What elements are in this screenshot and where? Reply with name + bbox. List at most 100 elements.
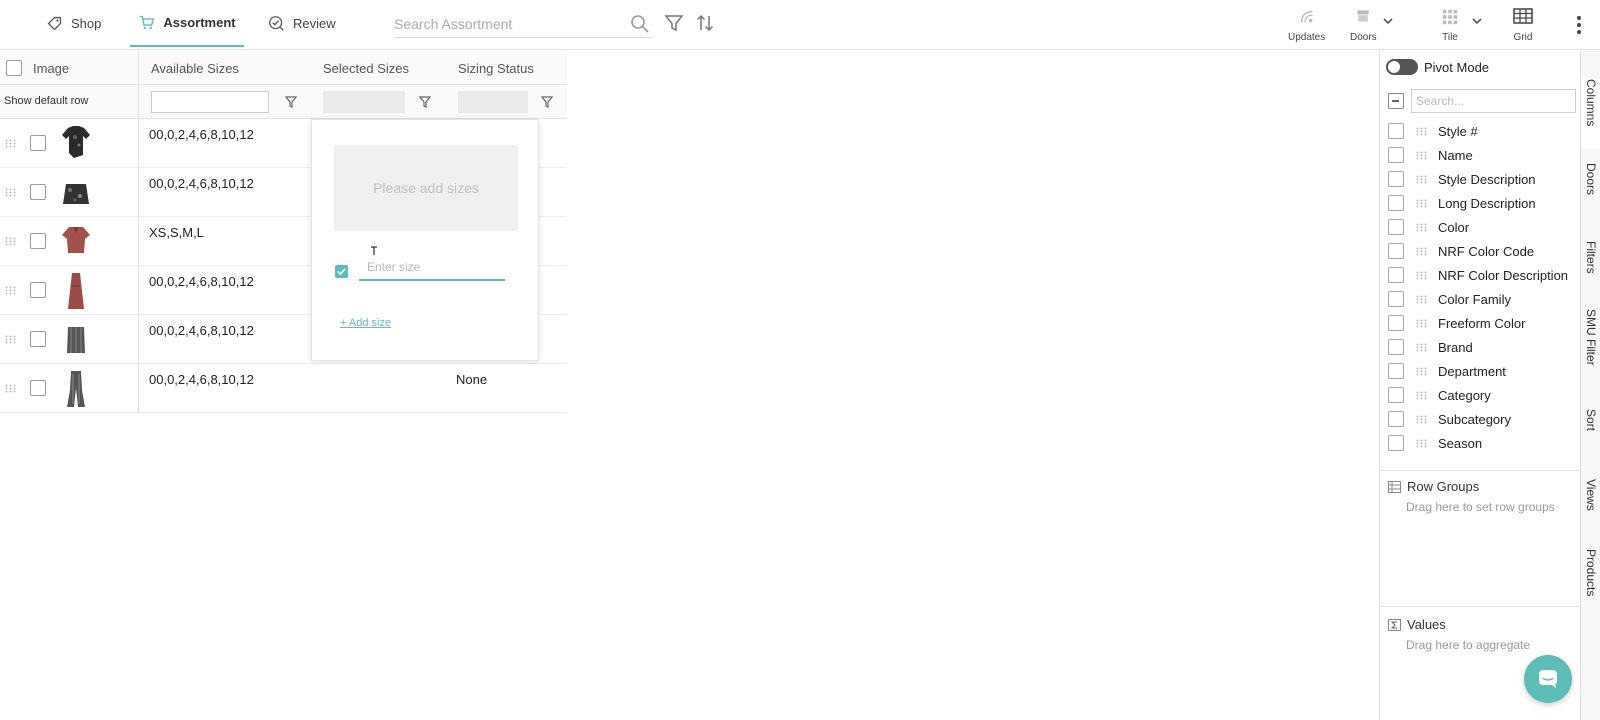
row-checkbox[interactable] [30,135,46,151]
column-item[interactable]: NRF Color Code [1388,239,1534,263]
column-label: Brand [1438,339,1473,355]
side-tab[interactable]: Views [1581,479,1600,537]
drag-handle-icon[interactable] [1416,151,1428,160]
column-checkbox[interactable] [1388,363,1404,379]
column-checkbox[interactable] [1388,171,1404,187]
filter-icon[interactable] [664,13,684,33]
drag-handle-icon[interactable] [1416,247,1428,256]
drag-handle-icon[interactable] [1416,343,1428,352]
columns-search-input[interactable] [1411,89,1576,113]
selected-sizes-filter-input[interactable] [323,91,405,113]
drag-handle-icon[interactable] [1416,223,1428,232]
drag-handle-icon[interactable] [5,335,16,344]
column-checkbox[interactable] [1388,291,1404,307]
drag-handle-icon[interactable] [1416,199,1428,208]
grid-view-button[interactable]: Grid [1513,8,1533,43]
show-default-row-link[interactable]: Show default row [4,95,88,107]
tile-chevron-down-icon[interactable] [1471,16,1483,26]
column-checkbox[interactable] [1388,219,1404,235]
updates-button[interactable]: Updates [1288,8,1325,43]
column-item[interactable]: Long Description [1388,191,1536,215]
sizing-status-filter-input[interactable] [458,91,528,113]
chat-button[interactable] [1524,655,1572,703]
tab-review[interactable]: Review [268,0,336,47]
add-size-link[interactable]: + Add size [340,317,391,329]
row-checkbox[interactable] [30,184,46,200]
side-tab[interactable]: Columns [1581,79,1600,149]
side-tab[interactable]: Products [1581,549,1600,621]
drag-handle-icon[interactable] [1416,319,1428,328]
tab-shop[interactable]: Shop [46,0,101,47]
drag-handle-icon[interactable] [5,139,16,148]
row-checkbox[interactable] [30,380,46,396]
column-checkbox[interactable] [1388,339,1404,355]
column-checkbox[interactable] [1388,435,1404,451]
column-item[interactable]: Category [1388,383,1491,407]
selected-sizes-filter-icon[interactable] [419,96,431,108]
row-checkbox[interactable] [30,282,46,298]
drag-handle-icon[interactable] [1416,175,1428,184]
tile-view-button[interactable]: Tile [1441,8,1459,43]
search-input[interactable] [394,15,614,32]
doors-button[interactable]: Doors [1350,8,1377,43]
doors-label: Doors [1350,32,1377,43]
header-available-sizes[interactable]: Available Sizes [151,51,239,85]
side-tab[interactable]: Filters [1581,241,1600,301]
drag-handle-icon[interactable] [5,237,16,246]
column-item[interactable]: Color [1388,215,1469,239]
column-item[interactable]: Style Description [1388,167,1536,191]
column-checkbox[interactable] [1388,315,1404,331]
drag-handle-icon[interactable] [1416,439,1428,448]
size-checkbox[interactable] [335,265,348,278]
column-item[interactable]: NRF Color Description [1388,263,1568,287]
available-sizes-filter-input[interactable] [151,91,269,113]
side-tab[interactable]: Sort [1581,409,1600,457]
column-checkbox[interactable] [1388,123,1404,139]
header-selected-sizes[interactable]: Selected Sizes [323,51,409,85]
search-icon[interactable] [630,14,650,34]
row-groups-drop-zone[interactable]: Drag here to set row groups [1406,500,1555,514]
column-checkbox[interactable] [1388,267,1404,283]
values-drop-zone[interactable]: Drag here to aggregate [1406,638,1530,652]
drag-handle-icon[interactable] [1416,391,1428,400]
enter-size-input[interactable] [359,255,505,281]
column-divider [138,85,139,119]
row-checkbox[interactable] [30,331,46,347]
column-item[interactable]: Color Family [1388,287,1511,311]
header-sizing-status[interactable]: Sizing Status [458,51,534,85]
drag-handle-icon[interactable] [1416,367,1428,376]
column-item[interactable]: Brand [1388,335,1473,359]
column-item[interactable]: Subcategory [1388,407,1511,431]
column-item[interactable]: Freeform Color [1388,311,1525,335]
column-item[interactable]: Style # [1388,119,1478,143]
pivot-mode-toggle[interactable] [1386,59,1418,75]
column-item[interactable]: Season [1388,431,1482,455]
header-image[interactable]: Image [33,51,69,85]
table-row[interactable]: 00,0,2,4,6,8,10,12 None [0,364,567,413]
side-tab[interactable]: SMU Filter [1581,309,1600,401]
column-checkbox[interactable] [1388,387,1404,403]
column-checkbox[interactable] [1388,411,1404,427]
tab-assortment[interactable]: Assortment [130,0,244,47]
sort-icon[interactable] [695,13,715,33]
sizing-status-filter-icon[interactable] [541,96,553,108]
available-sizes-filter-icon[interactable] [285,96,297,108]
more-vertical-icon[interactable] [1576,15,1582,35]
doors-chevron-down-icon[interactable] [1382,16,1394,26]
drag-handle-icon[interactable] [5,384,16,393]
column-item[interactable]: Name [1388,143,1473,167]
drag-handle-icon[interactable] [5,188,16,197]
drag-handle-icon[interactable] [1416,415,1428,424]
select-all-checkbox[interactable] [6,60,22,76]
select-all-columns-checkbox[interactable] [1388,93,1404,109]
column-item[interactable]: Department [1388,359,1506,383]
drag-handle-icon[interactable] [1416,295,1428,304]
column-checkbox[interactable] [1388,195,1404,211]
row-checkbox[interactable] [30,233,46,249]
drag-handle-icon[interactable] [1416,127,1428,136]
side-tab[interactable]: Doors [1581,163,1600,229]
column-checkbox[interactable] [1388,243,1404,259]
drag-handle-icon[interactable] [5,286,16,295]
drag-handle-icon[interactable] [1416,271,1428,280]
column-checkbox[interactable] [1388,147,1404,163]
